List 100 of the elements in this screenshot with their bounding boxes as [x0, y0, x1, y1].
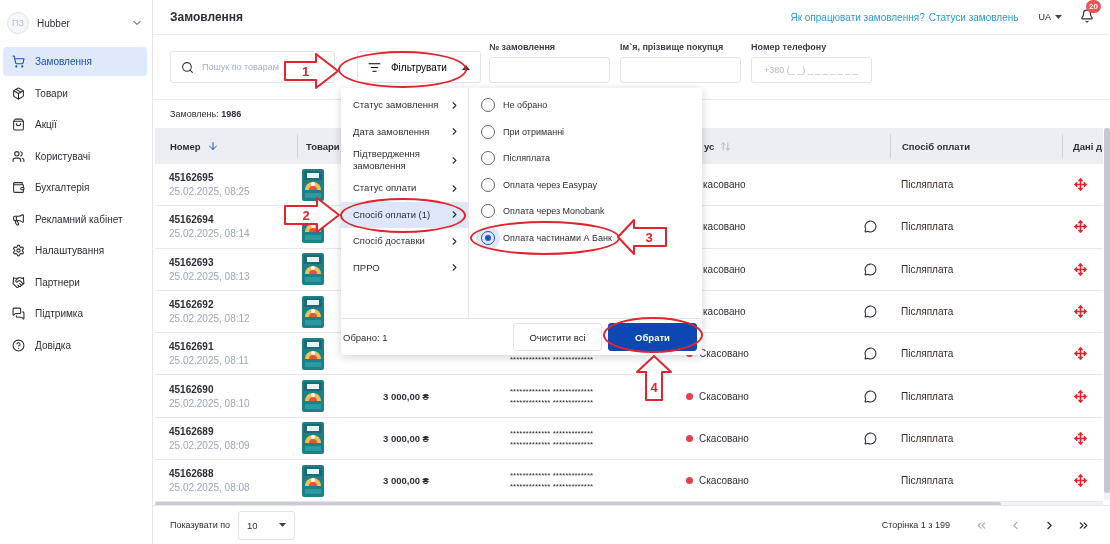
sidebar-item[interactable]: Акції: [3, 110, 147, 139]
buyer-name: ************* *************: [510, 470, 594, 482]
sidebar-item[interactable]: Бухгалтерія: [3, 173, 147, 202]
arrows-icon: [1074, 389, 1087, 403]
order-date: 25.02.2025, 08:11: [169, 355, 250, 367]
order-date: 25.02.2025, 08:10: [169, 397, 251, 409]
megaphone-icon: [12, 212, 25, 226]
option-label: При отриманні: [503, 126, 565, 137]
sidebar-item[interactable]: Партнери: [3, 267, 147, 297]
callout-arrow-overlay: 3: [616, 218, 668, 256]
order-status: касовано: [703, 306, 746, 318]
order-price: 3 000,00 ₴: [383, 390, 429, 402]
sort-arrow-icon[interactable]: [206, 140, 219, 152]
caret-icon[interactable]: [1055, 15, 1062, 19]
payment-method: Післяплата: [901, 221, 954, 233]
column-header[interactable]: ус: [704, 140, 715, 152]
cart-icon: [12, 55, 25, 68]
arrows-icon: [1074, 474, 1087, 488]
option-label: Оплата через Easypay: [503, 179, 598, 190]
filter-category[interactable]: Статус замовлення: [341, 92, 468, 119]
payment-method: Післяплата: [901, 179, 954, 191]
order-number: 45162690: [169, 383, 215, 395]
filter-category[interactable]: Підтвердження замовлення: [341, 145, 468, 175]
order-date: 25.02.2025, 08:13: [169, 270, 251, 282]
order-number: 45162688: [169, 468, 215, 480]
caret-icon[interactable]: [279, 523, 287, 527]
arrows-icon: [1074, 347, 1087, 361]
bag-icon: [12, 118, 25, 131]
sidebar-item[interactable]: Замовлення: [3, 47, 147, 76]
selected-count: Обрано: 1: [343, 331, 389, 343]
option-label: Не обрано: [503, 100, 548, 111]
order-number: 45162689: [169, 425, 215, 437]
arrows-icon: [1074, 262, 1087, 276]
filter-category[interactable]: ПРРО: [341, 254, 468, 281]
comment-icon[interactable]: [864, 431, 877, 445]
arrows-icon: [1074, 431, 1087, 445]
bell-icon[interactable]: [1080, 9, 1094, 23]
column-header[interactable]: Номер: [170, 140, 201, 152]
callout-arrow-overlay: 4: [634, 354, 674, 402]
order-date: 25.02.2025, 08:25: [169, 186, 251, 198]
payment-method: Післяплата: [901, 390, 954, 402]
column-header[interactable]: Дані д: [1073, 140, 1103, 152]
order-date: 25.02.2025, 08:08: [169, 482, 251, 494]
comment-icon[interactable]: [864, 262, 877, 276]
callout-arrow-overlay: 1: [283, 52, 340, 90]
order-number: 45162694: [169, 214, 215, 226]
sidebar-item[interactable]: Користувачі: [3, 141, 147, 171]
column-header[interactable]: Спосіб оплати: [902, 140, 971, 152]
sidebar-item[interactable]: Товари: [3, 78, 147, 108]
order-status: касовано: [703, 221, 746, 233]
buyer-name: ************* *************: [510, 385, 594, 397]
comment-icon[interactable]: [864, 389, 877, 403]
sidebar-item[interactable]: Налаштування: [3, 236, 147, 265]
option-label: Оплата частинами А Банк: [503, 232, 612, 243]
wallet-icon: [12, 181, 25, 194]
order-date: 25.02.2025, 08:12: [169, 313, 251, 325]
table-row[interactable]: 45162689 25.02.2025, 08:09 3 000,00 ₴ ************* ************* ************* ************* Скасовано Післяплата: [155, 417, 1103, 461]
option-label: Оплата через Monobank: [503, 206, 605, 217]
comment-icon[interactable]: [864, 347, 877, 361]
filter-category[interactable]: Статус оплати: [341, 175, 468, 202]
arrows-icon: [1074, 178, 1087, 192]
filter-button[interactable]: Фільтрувати: [357, 51, 481, 83]
payment-method: Післяплата: [901, 306, 954, 318]
comment-icon[interactable]: [864, 220, 877, 234]
order-number: 45162691: [169, 341, 215, 353]
sidebar-item[interactable]: Довідка: [3, 330, 147, 360]
callout-arrow-overlay: 2: [283, 196, 341, 234]
apply-button[interactable]: Обрати: [608, 323, 697, 351]
filter-category[interactable]: Спосіб доставки: [341, 228, 468, 255]
input-field[interactable]: +380 (_ _) _ _ _ _ _ _ _: [751, 57, 872, 83]
page-size-select[interactable]: 10: [238, 510, 296, 540]
payment-method: Післяплата: [901, 348, 954, 360]
language-select[interactable]: UA: [1038, 12, 1062, 22]
order-status: касовано: [703, 179, 746, 191]
order-number: 45162695: [169, 172, 215, 184]
filter-category[interactable]: Спосіб оплати (1): [341, 201, 468, 228]
order-status: Скасовано: [699, 475, 749, 487]
order-price: 3 000,00 ₴: [383, 475, 429, 487]
buyer-name: ************* *************: [510, 354, 594, 366]
input-field[interactable]: [620, 57, 741, 83]
filter-category[interactable]: Дата замовлення: [341, 118, 468, 145]
buyer-name: ************* *************: [510, 439, 594, 451]
field-label: Номер телефону: [751, 42, 828, 52]
vertical-scrollbar[interactable]: [1104, 128, 1110, 500]
help-icon: [12, 338, 25, 352]
field-label: Ім`я, прізвище покупця: [620, 42, 725, 52]
input-field[interactable]: [489, 57, 610, 83]
comment-icon[interactable]: [864, 305, 877, 319]
order-status: Скасовано: [699, 390, 749, 402]
arrows-icon: [1074, 305, 1087, 319]
payment-method: Післяплата: [901, 475, 954, 487]
order-status: касовано: [703, 263, 746, 275]
clear-button[interactable]: Очистити всі: [513, 323, 602, 351]
radio-button[interactable]: [476, 225, 500, 250]
sidebar-item[interactable]: Підтримка: [3, 299, 147, 328]
box-icon: [12, 86, 25, 100]
sidebar-item[interactable]: Рекламний кабінет: [3, 204, 147, 234]
column-header[interactable]: Товари: [306, 140, 340, 152]
payment-method: Післяплата: [901, 263, 954, 275]
order-status: Скасовано: [699, 432, 749, 444]
